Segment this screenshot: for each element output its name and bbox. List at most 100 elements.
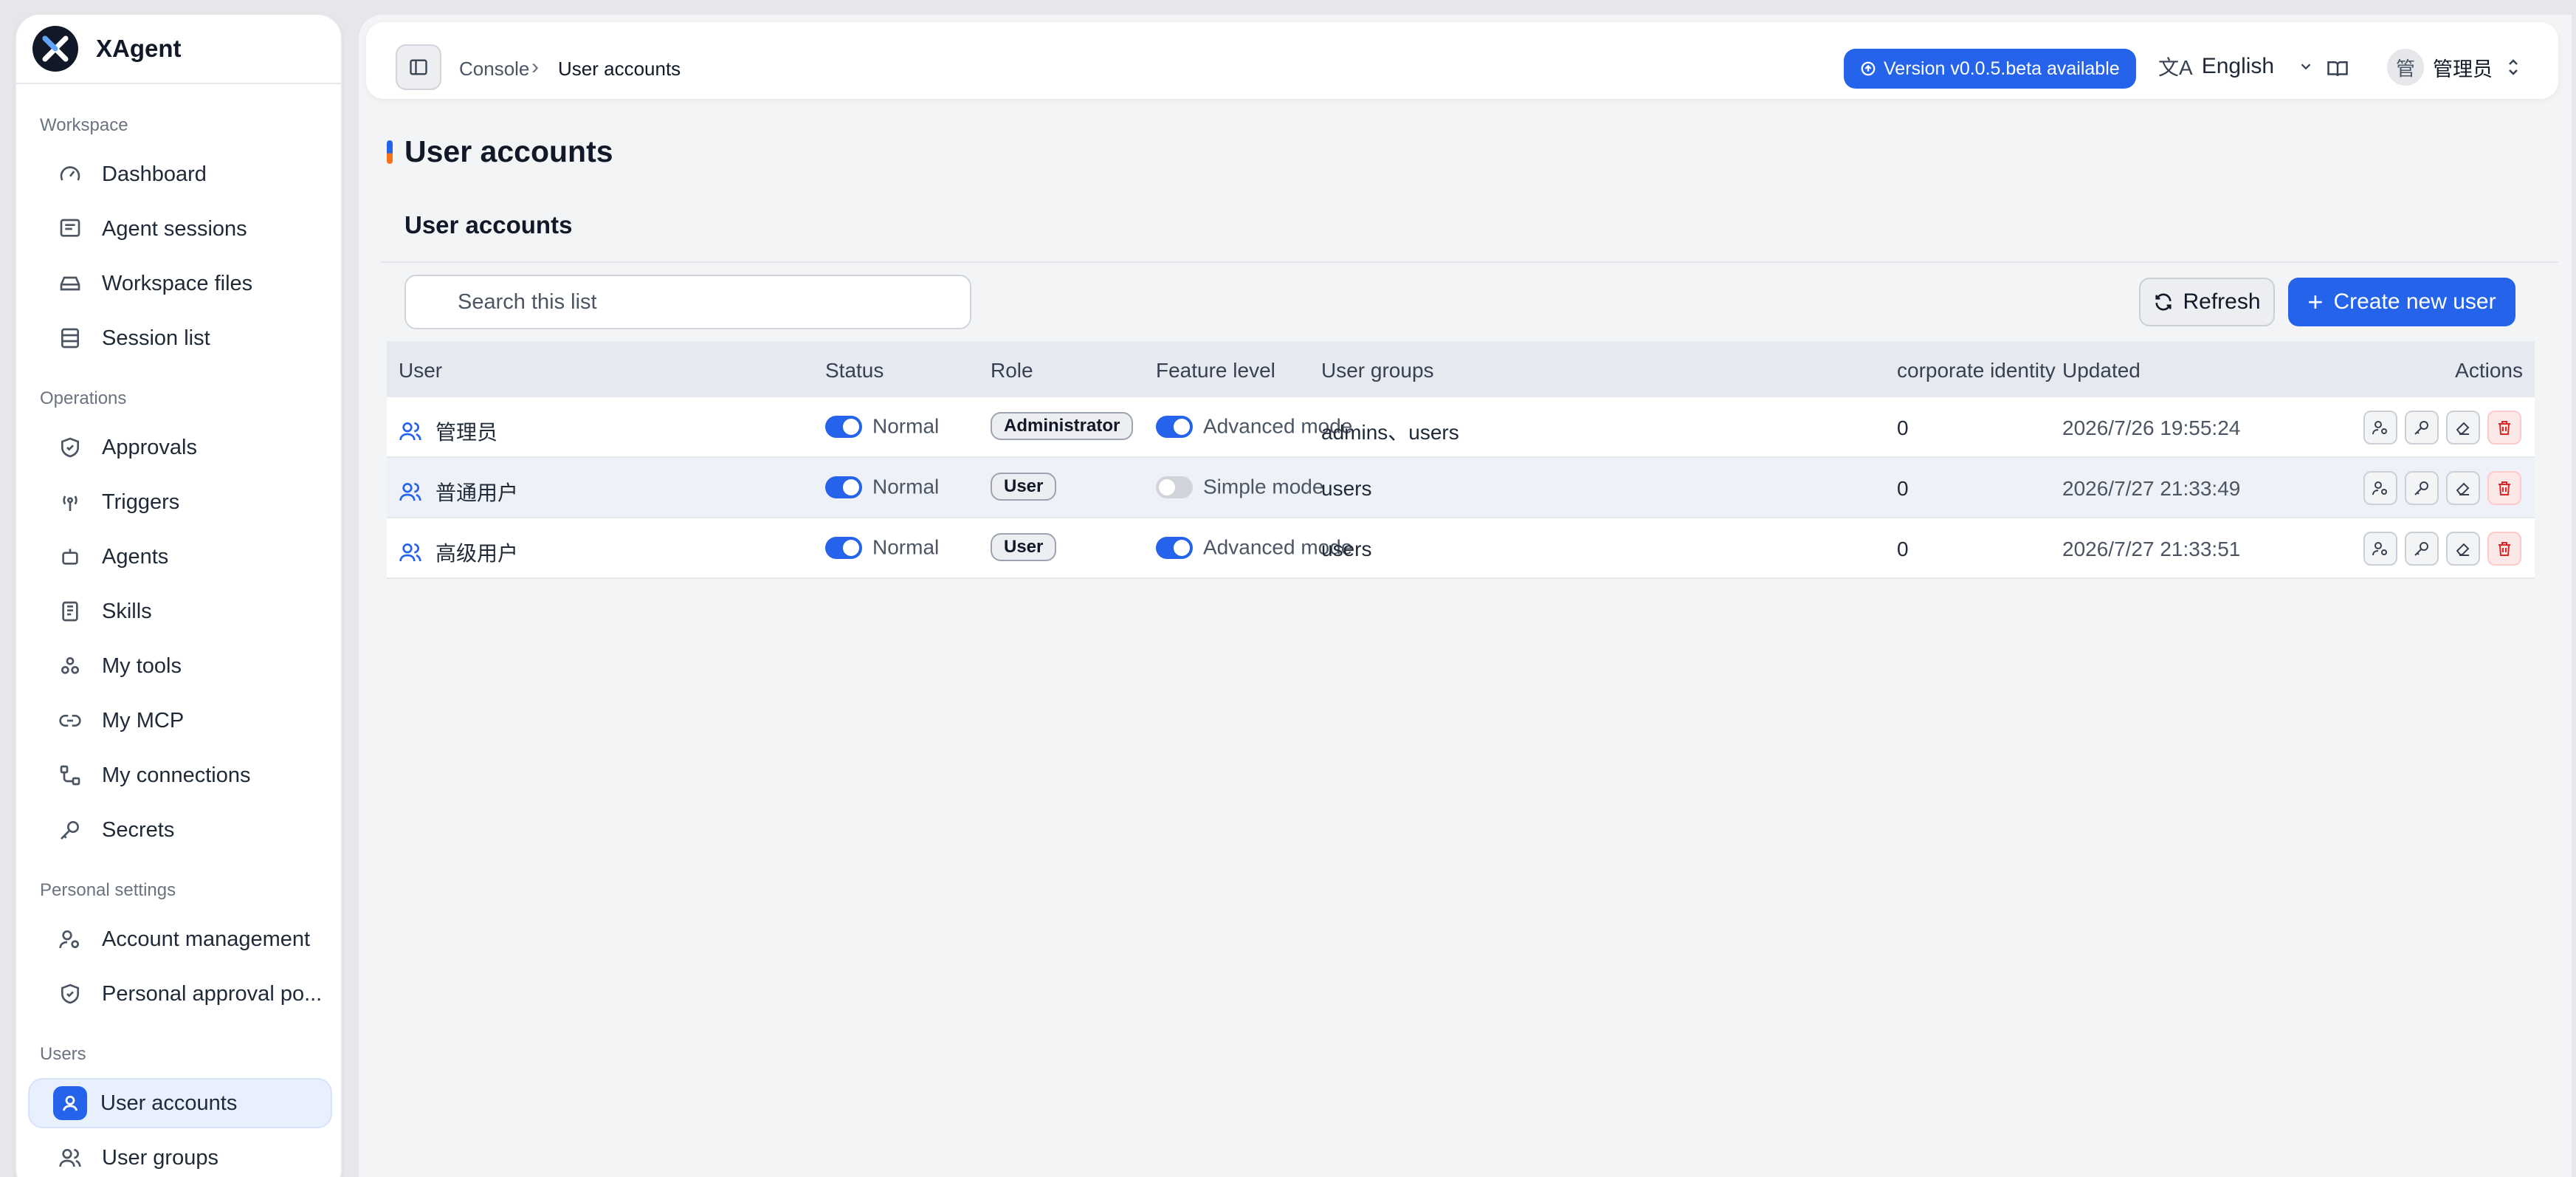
sidebar-item-my-mcp[interactable]: My MCP [28,696,332,746]
users-table: User Status Role Feature level User grou… [387,341,2535,579]
col-user[interactable]: User [399,359,442,382]
groups-cell: users [1321,538,1372,560]
sidebar-item-account-management[interactable]: Account management [28,914,332,964]
sidebar-item-label: My connections [102,763,251,787]
sidebar-item-user-groups[interactable]: User groups [28,1133,332,1177]
role-cell: User [991,473,1057,501]
trash-icon [2498,481,2510,495]
sidebar-item-personal-approval[interactable]: Personal approval po... [28,969,332,1019]
row-actions [2363,411,2521,445]
clear-data-button[interactable] [2446,532,2480,566]
col-role[interactable]: Role [991,359,1033,382]
sidebar-item-approvals[interactable]: Approvals [28,422,332,473]
version-badge-label: Version v0.0.5.beta available [1884,58,2120,79]
sidebar-item-label: Workspace files [102,271,253,295]
brand-name: XAgent [96,35,182,62]
edit-user-button[interactable] [2363,411,2397,445]
reset-password-button[interactable] [2405,411,2439,445]
trash-icon [2498,542,2510,556]
groups-cell: users [1321,477,1372,500]
status-toggle[interactable] [825,476,862,498]
users-icon [399,422,421,441]
table-icon [58,326,83,351]
col-feature-level[interactable]: Feature level [1156,359,1275,382]
section-title: User accounts [404,211,573,239]
user-cog-icon [2372,481,2387,495]
clear-data-button[interactable] [2446,411,2480,445]
table-row[interactable]: 管理员 Normal Administrator Advanced mode a… [387,397,2535,458]
language-selector[interactable]: 文A English [2158,52,2314,81]
delete-user-button[interactable] [2487,411,2521,445]
reset-password-button[interactable] [2405,532,2439,566]
refresh-button[interactable]: Refresh [2139,278,2275,326]
clear-data-button[interactable] [2446,471,2480,505]
key-icon [2414,421,2428,435]
version-badge[interactable]: Version v0.0.5.beta available [1844,49,2136,89]
page-title: User accounts [404,134,613,168]
sidebar-item-user-accounts[interactable]: User accounts [28,1078,332,1128]
sidebar-item-my-tools[interactable]: My tools [28,641,332,691]
reset-password-button[interactable] [2405,471,2439,505]
sidebar-item-skills[interactable]: Skills [28,586,332,636]
create-user-label: Create new user [2333,289,2496,314]
status-cell: Normal [825,535,939,560]
table-header: User Status Role Feature level User grou… [387,341,2535,397]
feature-toggle[interactable] [1156,476,1193,498]
sidebar-item-workspace-files[interactable]: Workspace files [28,258,332,309]
sidebar-item-triggers[interactable]: Triggers [28,477,332,527]
status-toggle[interactable] [825,536,862,559]
feature-cell: Simple mode [1156,474,1323,499]
table-row[interactable]: 高级用户 Normal User Advanced mode users 0 2… [387,518,2535,579]
title-accent-mark [387,140,393,164]
language-label: English [2201,54,2275,78]
status-toggle[interactable] [825,415,862,438]
sidebar-item-secrets[interactable]: Secrets [28,805,332,855]
col-user-groups[interactable]: User groups [1321,359,1434,382]
sidebar-item-session-list[interactable]: Session list [28,313,332,363]
section-label-personal-settings: Personal settings [40,880,176,900]
sidebar-toggle-button[interactable] [396,44,441,90]
edit-user-button[interactable] [2363,532,2397,566]
arrow-up-circle-icon [1861,61,1876,76]
updated-cell: 2026/7/26 19:55:24 [2062,416,2241,439]
feature-toggle[interactable] [1156,415,1193,438]
brand[interactable]: XAgent [16,15,341,84]
col-status[interactable]: Status [825,359,884,382]
col-updated[interactable]: Updated [2062,359,2141,382]
user-cog-icon [2372,542,2387,556]
delete-user-button[interactable] [2487,471,2521,505]
user-cell: 高级用户 [399,538,518,567]
feature-toggle[interactable] [1156,536,1193,559]
edit-user-button[interactable] [2363,471,2397,505]
key-icon [58,817,83,843]
sidebar-item-dashboard[interactable]: Dashboard [28,149,332,199]
create-user-button[interactable]: + Create new user [2288,278,2515,326]
sidebar-item-agents[interactable]: Agents [28,532,332,582]
users-icon [58,1145,83,1170]
feature-text: Simple mode [1203,475,1324,498]
gauge-icon [58,162,83,187]
key-icon [2414,481,2428,495]
divider [381,261,2558,263]
sidebar-item-agent-sessions[interactable]: Agent sessions [28,204,332,254]
user-cog-icon [2372,421,2387,435]
delete-user-button[interactable] [2487,532,2521,566]
robot-icon [58,544,83,569]
user-menu[interactable]: 管 管理员 [2387,49,2522,86]
sidebar-item-label: Dashboard [102,162,207,186]
sidebar-item-my-connections[interactable]: My connections [28,750,332,800]
role-cell: Administrator [991,412,1134,440]
breadcrumb-console[interactable]: Console [459,58,529,80]
sidebar-item-label: Skills [102,599,152,623]
status-text: Normal [872,414,940,438]
table-row[interactable]: 普通用户 Normal User Simple mode users 0 202… [387,458,2535,518]
search-input[interactable] [404,275,971,329]
section-label-workspace: Workspace [40,115,128,135]
col-corporate-identity[interactable]: corporate identity [1897,359,2056,382]
docs-book-icon[interactable] [2327,58,2349,83]
sidebar-item-label: Agents [102,544,169,569]
chevron-right-icon: › [531,55,539,79]
role-badge: Administrator [991,412,1134,440]
refresh-label: Refresh [2183,289,2261,314]
status-cell: Normal [825,474,939,499]
